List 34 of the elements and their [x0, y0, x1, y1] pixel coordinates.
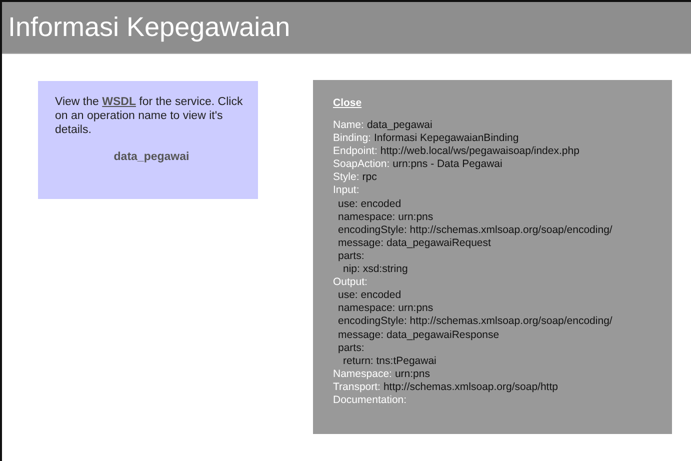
detail-text: message: data_pegawaiRequest	[338, 236, 491, 249]
detail-text: encodingStyle: http://schemas.xmlsoap.org/soap/encoding/	[338, 315, 612, 328]
page-title: Informasi Kepegawaian	[8, 12, 290, 43]
detail-text: parts:	[338, 250, 364, 262]
detail-text: use: encoded	[338, 198, 402, 210]
field-value: http://web.local/ws/pegawaisoap/index.php	[380, 145, 580, 158]
detail-text: nip: xsd:string	[343, 263, 408, 276]
field-label: SoapAction:	[333, 158, 390, 170]
operation-link[interactable]: data_pegawai	[114, 151, 190, 163]
close-link[interactable]: Close	[333, 97, 362, 109]
detail-text: namespace: urn:pns	[338, 302, 434, 314]
detail-text: namespace: urn:pns	[338, 210, 434, 223]
field-label: Name:	[333, 119, 364, 131]
detail-text: encodingStyle: http://schemas.xmlsoap.org/soap/encoding/	[338, 224, 612, 236]
field-value: Informasi KepegawaianBinding	[374, 132, 519, 144]
field-value: urn:pns	[394, 368, 430, 380]
field-value: data_pegawai	[366, 119, 432, 131]
wsdl-link[interactable]: WSDL	[102, 96, 136, 108]
field-value: urn:pns - Data Pegawai	[392, 158, 502, 170]
field-label: Binding:	[333, 132, 371, 144]
field-value: http://schemas.xmlsoap.org/soap/http	[383, 380, 558, 393]
field-label: Namespace:	[333, 368, 392, 380]
field-label: Style:	[333, 171, 360, 184]
field-label: Output:	[333, 276, 368, 288]
field-label: Transport:	[333, 380, 380, 393]
detail-text: use: encoded	[338, 289, 402, 302]
field-label: Endpoint:	[333, 145, 378, 158]
info-text: View the WSDL for the service. Click on an operation name to view it's details.	[55, 95, 244, 137]
field-value: rpc	[362, 171, 377, 184]
detail-text: return: tns:tPegawai	[343, 354, 436, 367]
field-label: Input:	[333, 184, 360, 196]
detail-text: parts:	[338, 342, 364, 354]
field-label: Documentation:	[333, 394, 407, 406]
detail-text: message: data_pegawaiResponse	[338, 328, 500, 340]
